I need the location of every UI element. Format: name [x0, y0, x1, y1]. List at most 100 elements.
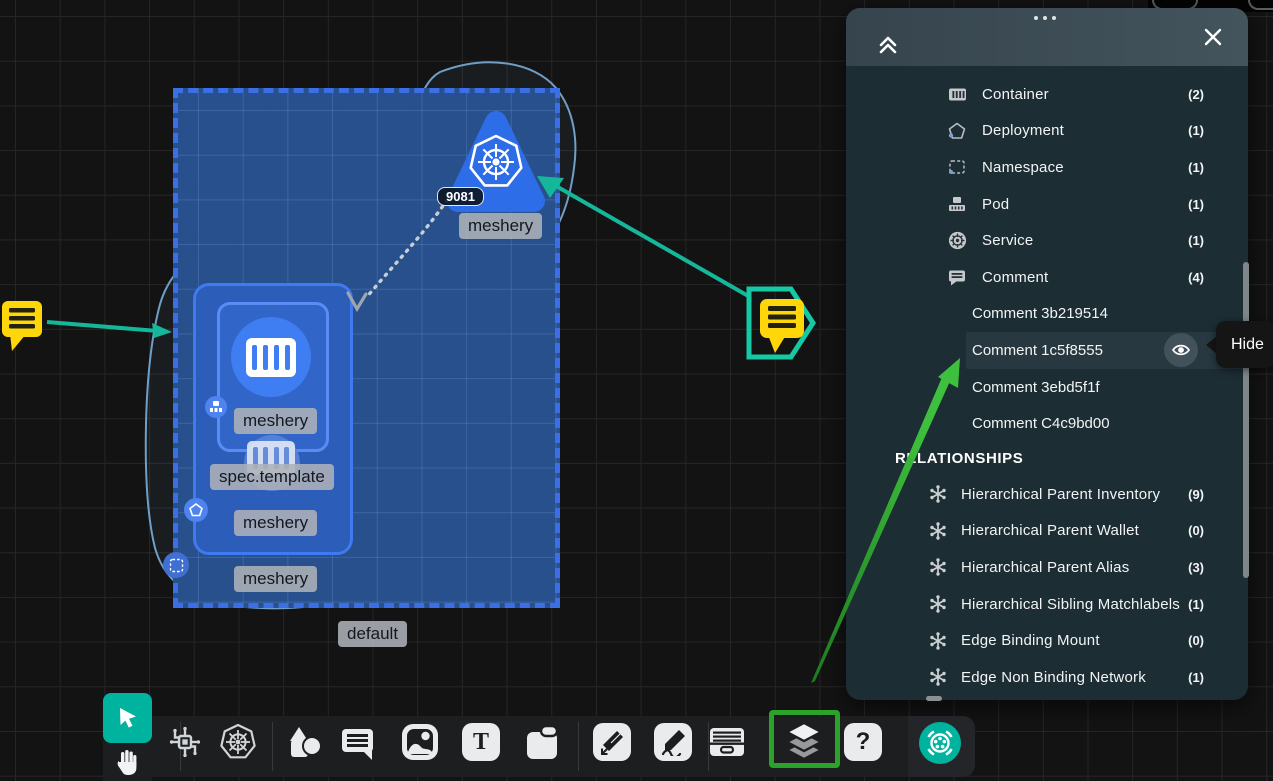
namespace-label: default: [338, 621, 407, 647]
panel-row-service[interactable]: Service (1): [846, 222, 1248, 259]
row-label: Service: [982, 232, 1188, 249]
service-port-label: 9081: [437, 187, 484, 206]
deployment-label: meshery: [234, 510, 317, 536]
panel-row-container[interactable]: Container (2): [846, 76, 1248, 113]
relationship-icon: [928, 594, 948, 614]
panel-header: [846, 8, 1248, 66]
elements-panel: Container (2) Deployment (1) Namespace (…: [846, 8, 1248, 700]
drawer-tool-button[interactable]: [705, 720, 749, 764]
service-kind-icon: [948, 232, 967, 249]
row-count: (1): [1188, 233, 1204, 248]
shapes-tool-button[interactable]: [283, 721, 327, 765]
freehand-draw-tool-button[interactable]: [651, 720, 695, 764]
meshery-logo-button[interactable]: [918, 721, 962, 765]
kubernetes-icon: [217, 721, 259, 763]
pod-label: meshery: [234, 408, 317, 434]
row-count: (1): [1188, 123, 1204, 138]
relationship-row-partial[interactable]: [846, 696, 1248, 701]
row-count: (4): [1188, 270, 1204, 285]
comment-item-label: Comment C4c9bd00: [972, 415, 1110, 432]
row-count: (1): [1188, 597, 1204, 612]
row-label: Pod: [982, 196, 1188, 213]
row-count: (1): [1188, 670, 1204, 685]
relationship-row[interactable]: Edge Non Binding Network (1): [846, 659, 1248, 696]
row-label: Container: [982, 86, 1188, 103]
cursor-arrow-icon: [115, 705, 141, 731]
panel-body: Container (2) Deployment (1) Namespace (…: [846, 66, 1248, 700]
sticky-note-icon: [522, 722, 562, 762]
relationship-icon: [928, 484, 948, 504]
pen-arrow-icon: [598, 728, 626, 756]
hide-tooltip: Hide: [1216, 321, 1273, 368]
relationships-section-header: RELATIONSHIPS: [846, 442, 1248, 476]
row-label: Hierarchical Parent Inventory: [961, 486, 1188, 503]
meshery-logo-icon: [918, 721, 962, 765]
comment-bubble-icon: [338, 723, 378, 763]
text-tool-button[interactable]: T: [459, 720, 503, 764]
relationship-icon: [928, 521, 948, 541]
toolbar-divider: [272, 722, 273, 771]
shapes-icon: [285, 723, 325, 763]
relationship-row[interactable]: Edge Binding Mount (0): [846, 622, 1248, 659]
relationship-row[interactable]: Hierarchical Parent Wallet (0): [846, 513, 1248, 550]
comment-item[interactable]: Comment C4c9bd00: [846, 405, 1248, 442]
row-label: Namespace: [982, 159, 1188, 176]
row-count: (0): [1188, 633, 1204, 648]
panel-resize-grip[interactable]: [926, 696, 942, 701]
relationship-icon: [928, 631, 948, 651]
edge-pen-tool-button[interactable]: [590, 720, 634, 764]
meshery-design-canvas-screen: 9081 meshery meshery spec.template meshe…: [0, 0, 1273, 781]
relationship-row[interactable]: Hierarchical Parent Alias (3): [846, 549, 1248, 586]
pan-tool-button[interactable]: [106, 743, 150, 781]
row-label: Edge Binding Mount: [961, 632, 1188, 649]
hand-icon: [113, 747, 143, 777]
deployment-kind-icon: [948, 122, 967, 139]
image-icon: [400, 722, 440, 762]
comment-item[interactable]: Comment 3b219514: [846, 296, 1248, 333]
container-kind-icon: [948, 86, 967, 103]
panel-scrollbar[interactable]: [1243, 262, 1249, 578]
panel-row-comment[interactable]: Comment (4): [846, 259, 1248, 296]
relationship-icon: [928, 667, 948, 687]
row-count: (0): [1188, 523, 1204, 538]
panel-row-deployment[interactable]: Deployment (1): [846, 113, 1248, 150]
panel-row-pod[interactable]: Pod (1): [846, 186, 1248, 223]
comment-tool-button[interactable]: [336, 721, 380, 765]
panel-row-namespace[interactable]: Namespace (1): [846, 149, 1248, 186]
pod-kind-icon: [948, 196, 967, 213]
sticky-shape-tool-button[interactable]: [520, 720, 564, 764]
close-panel-icon[interactable]: [1204, 28, 1222, 46]
comment-annotation-right[interactable]: [520, 160, 830, 370]
help-button[interactable]: ?: [841, 720, 885, 764]
row-count: (3): [1188, 560, 1204, 575]
row-label: Deployment: [982, 122, 1188, 139]
select-tool-button[interactable]: [103, 693, 152, 743]
comment-annotation-left[interactable]: [0, 285, 190, 365]
row-label: Edge Non Binding Network: [961, 669, 1188, 686]
spec-template-label: spec.template: [210, 464, 334, 490]
layers-highlight-box: [769, 710, 840, 768]
collapse-panel-icon[interactable]: [876, 33, 900, 57]
row-label: Comment: [982, 269, 1188, 286]
row-count: (2): [1188, 87, 1204, 102]
circuit-component-icon: [165, 722, 205, 762]
kubernetes-tool-button[interactable]: [216, 720, 260, 764]
relationship-row[interactable]: Hierarchical Sibling Matchlabels (1): [846, 586, 1248, 623]
relationship-row[interactable]: Hierarchical Parent Inventory (9): [846, 476, 1248, 513]
namespace-kind-icon: [948, 159, 967, 176]
row-label: Hierarchical Parent Alias: [961, 559, 1188, 576]
relationship-icon: [928, 557, 948, 577]
visibility-eye-icon[interactable]: [1164, 333, 1198, 367]
comment-item-highlighted[interactable]: Comment 1c5f8555: [966, 332, 1246, 369]
component-tool-button[interactable]: [163, 720, 207, 764]
row-label: Hierarchical Parent Wallet: [961, 522, 1188, 539]
row-label: Hierarchical Sibling Matchlabels: [961, 596, 1188, 613]
text-tool-glyph: T: [462, 723, 500, 761]
row-count: (1): [1188, 160, 1204, 175]
comment-item[interactable]: Comment 3ebd5f1f: [846, 369, 1248, 406]
comment-item-label: Comment 1c5f8555: [972, 342, 1103, 359]
panel-drag-handle-icon[interactable]: [1034, 16, 1056, 20]
row-count: (9): [1188, 487, 1204, 502]
image-tool-button[interactable]: [398, 720, 442, 764]
comment-item-label: Comment 3ebd5f1f: [972, 379, 1100, 396]
